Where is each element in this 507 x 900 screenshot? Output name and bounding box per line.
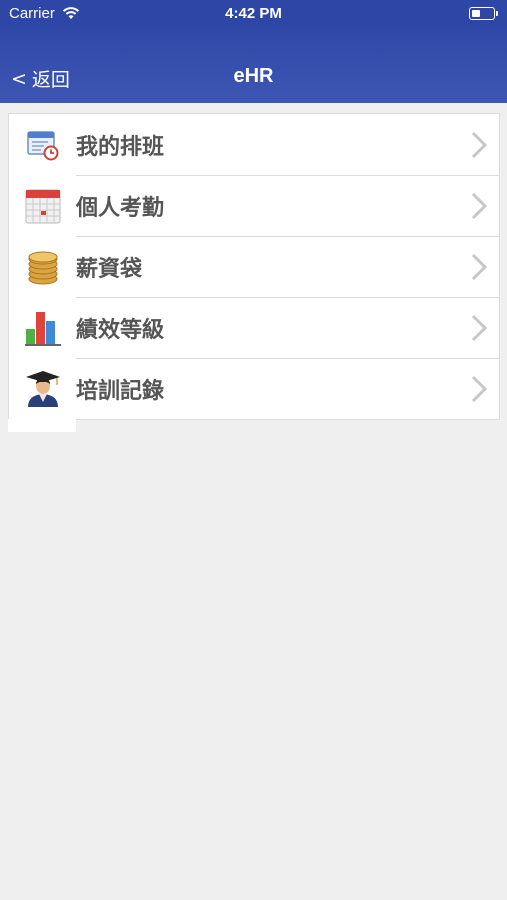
- menu-item-label: 我的排班: [76, 134, 165, 160]
- bar-chart-icon: [9, 297, 76, 358]
- menu-item-label: 績效等級: [76, 317, 165, 343]
- menu-item-label: 個人考勤: [76, 195, 165, 221]
- menu-item-schedule[interactable]: 我的排班: [9, 114, 499, 175]
- menu-item-label: 薪資袋: [76, 256, 143, 282]
- list-footer-tab: [8, 419, 76, 432]
- status-time: 4:42 PM: [225, 5, 282, 22]
- schedule-icon: [9, 114, 76, 175]
- coins-icon: [9, 236, 76, 297]
- menu-list: 我的排班 個人考勤 薪資袋 績效等級 培訓記錄: [8, 113, 500, 420]
- chevron-right-icon: [465, 297, 493, 358]
- chevron-right-icon: [465, 114, 493, 175]
- menu-item-payslip[interactable]: 薪資袋: [9, 236, 499, 297]
- calendar-icon: [9, 175, 76, 236]
- chevron-right-icon: [465, 358, 493, 419]
- graduate-icon: [9, 358, 76, 419]
- page-title: eHR: [233, 65, 274, 87]
- chevron-right-icon: [465, 236, 493, 297]
- menu-item-label: 培訓記錄: [76, 378, 165, 404]
- chevron-right-icon: [465, 175, 493, 236]
- battery-icon: [469, 7, 498, 20]
- menu-item-attendance[interactable]: 個人考勤: [9, 175, 499, 236]
- status-bar: Carrier 4:42 PM: [0, 0, 507, 28]
- menu-item-training[interactable]: 培訓記錄: [9, 358, 499, 419]
- menu-item-performance[interactable]: 績效等級: [9, 297, 499, 358]
- navigation-bar: < 返回 eHR: [0, 28, 507, 103]
